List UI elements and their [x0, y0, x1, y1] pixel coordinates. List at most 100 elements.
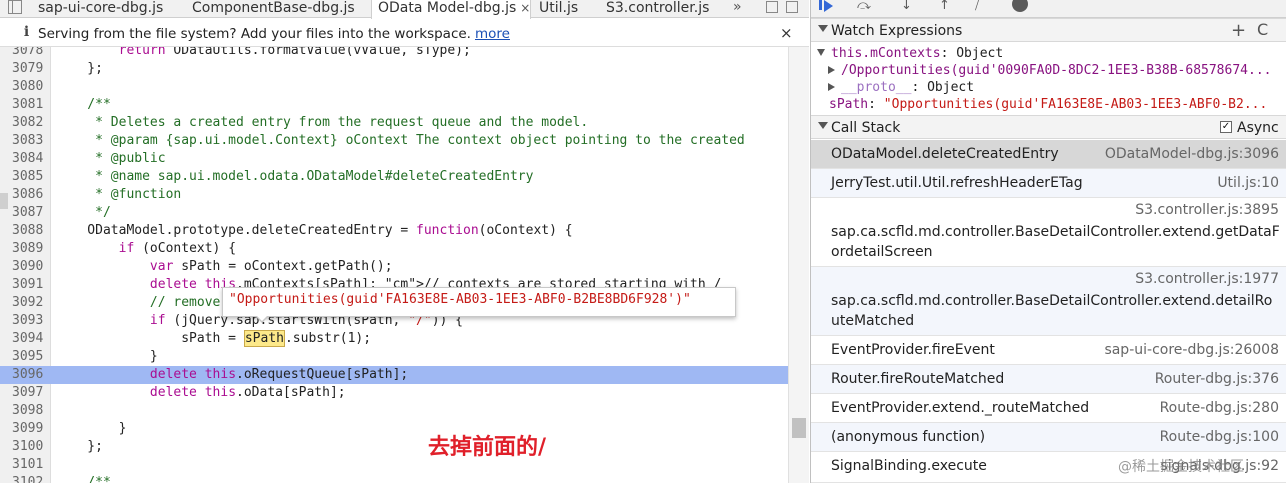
- watch-row[interactable]: /Opportunities(guid'0090FA0D-8DC2-1EE3-B…: [811, 62, 1286, 79]
- line-number[interactable]: 3102: [12, 474, 48, 483]
- line-number[interactable]: 3081: [12, 96, 48, 114]
- line-number[interactable]: 3097: [12, 384, 48, 402]
- annotation-text: 去掉前面的/: [428, 435, 547, 460]
- call-frame[interactable]: Router.fireRouteMatched Router-dbg.js:37…: [811, 365, 1286, 394]
- code-text: * @param {sap.ui.model.Context} oContext…: [56, 133, 745, 148]
- infobar-message: Serving from the file system? Add your f…: [38, 26, 471, 42]
- tab-util[interactable]: Util.js: [539, 0, 578, 18]
- call-frame[interactable]: S3.controller.js:3895 sap.ca.scfld.md.co…: [811, 198, 1286, 267]
- tab-odatamodel[interactable]: OData Model-dbg.js ×: [371, 0, 531, 19]
- expand-triangle-icon[interactable]: [828, 83, 835, 91]
- code-text: * @name sap.ui.model.odata.ODataModel#de…: [56, 169, 534, 184]
- infobar-close-icon[interactable]: ×: [780, 24, 793, 42]
- call-frame[interactable]: ODataModel.deleteCreatedEntry ODataModel…: [811, 140, 1286, 169]
- tab-s3-controller[interactable]: S3.controller.js: [606, 0, 709, 18]
- code-text: }: [56, 349, 158, 364]
- tab-componentbase[interactable]: ComponentBase-dbg.js: [192, 0, 355, 18]
- call-frame[interactable]: EventProvider.extend._routeMatched Route…: [811, 394, 1286, 423]
- line-number[interactable]: 3086: [12, 186, 48, 204]
- line-number[interactable]: 3088: [12, 222, 48, 240]
- watch-expressions-header[interactable]: Watch Expressions + C: [811, 18, 1286, 42]
- more-tabs-icon[interactable]: »: [733, 0, 742, 15]
- refresh-watch-icon[interactable]: C: [1257, 20, 1268, 39]
- line-number[interactable]: 3096: [12, 366, 48, 384]
- code-line: 3082 * Deletes a created entry from the …: [0, 114, 788, 132]
- hovered-variable[interactable]: sPath: [243, 330, 285, 347]
- line-number[interactable]: 3080: [12, 78, 48, 96]
- line-number[interactable]: 3089: [12, 240, 48, 258]
- scrollbar-thumb[interactable]: [792, 418, 806, 438]
- tab-close-icon[interactable]: ×: [520, 0, 530, 16]
- infobar-more-link[interactable]: more: [475, 26, 510, 42]
- code-text: };: [56, 439, 103, 454]
- line-number[interactable]: 3091: [12, 276, 48, 294]
- resume-icon[interactable]: [815, 0, 837, 16]
- call-frame[interactable]: (anonymous function) Route-dbg.js:100: [811, 423, 1286, 452]
- variable-value-popover: "Opportunities(guid'FA163E8E-AB03-1EE3-A…: [222, 287, 736, 317]
- call-frame[interactable]: EventProvider.fireEvent sap-ui-core-dbg.…: [811, 336, 1286, 365]
- code-line: 3087 */: [0, 204, 788, 222]
- code-text: var sPath = oContext.getPath();: [149, 259, 393, 274]
- line-number[interactable]: 3100: [12, 438, 48, 456]
- code-text: * Deletes a created entry from the reque…: [56, 115, 589, 130]
- step-into-icon[interactable]: ↓: [895, 0, 917, 16]
- code-line: 3098: [0, 402, 788, 420]
- async-label: Async: [1237, 120, 1279, 136]
- popover-arrow: [255, 315, 269, 323]
- toggle-debugger-icon[interactable]: [766, 1, 778, 13]
- line-number[interactable]: 3082: [12, 114, 48, 132]
- call-stack-header[interactable]: Call Stack ✓ Async: [811, 115, 1286, 139]
- code-line: 3100 };: [0, 438, 788, 456]
- line-number[interactable]: 3084: [12, 150, 48, 168]
- line-number[interactable]: 3098: [12, 402, 48, 420]
- step-out-icon[interactable]: ↑: [933, 0, 955, 16]
- add-watch-icon[interactable]: +: [1231, 20, 1246, 41]
- line-number[interactable]: 3101: [12, 456, 48, 474]
- editor-scrollbar[interactable]: [788, 47, 809, 483]
- code-text: delete this.oRequestQueue[sPath];: [149, 367, 409, 382]
- code-line: 3085 * @name sap.ui.model.odata.ODataMod…: [0, 168, 788, 186]
- code-editor[interactable]: 3078 return ODataUtils.formatValue(vValu…: [0, 47, 788, 483]
- line-number[interactable]: 3079: [12, 60, 48, 78]
- debugger-toolbar: ⤼ ↓ ↑ ⧸: [811, 0, 1286, 18]
- call-stack-list: ODataModel.deleteCreatedEntry ODataModel…: [811, 140, 1286, 483]
- dock-icon[interactable]: [786, 1, 798, 13]
- collapse-triangle-icon[interactable]: [818, 25, 828, 32]
- code-text: }: [56, 421, 127, 436]
- call-stack-title: Call Stack: [831, 120, 901, 136]
- expand-triangle-icon[interactable]: [817, 49, 825, 56]
- call-frame[interactable]: S3.controller.js:1977 sap.ca.scfld.md.co…: [811, 267, 1286, 336]
- code-text: /**: [56, 475, 111, 483]
- watermark: @稀土掘金技术社区: [1118, 459, 1244, 475]
- expand-triangle-icon[interactable]: [828, 66, 835, 74]
- sources-panel: sap-ui-core-dbg.js ComponentBase-dbg.js …: [0, 0, 809, 483]
- pause-on-exceptions-icon[interactable]: [1012, 0, 1028, 12]
- async-checkbox[interactable]: ✓: [1220, 121, 1232, 133]
- line-number[interactable]: 3083: [12, 132, 48, 150]
- panel-resize-handle[interactable]: [0, 193, 8, 209]
- call-frame[interactable]: JerryTest.util.Util.refreshHeaderETag Ut…: [811, 169, 1286, 198]
- watch-row[interactable]: __proto__: Object: [811, 79, 1286, 96]
- toggle-navigator-icon[interactable]: [8, 0, 22, 14]
- debugger-sidebar: ⤼ ↓ ↑ ⧸ Watch Expressions + C this.mCont…: [810, 0, 1286, 483]
- line-number[interactable]: 3092: [12, 294, 48, 312]
- watch-row[interactable]: this.mContexts: Object: [811, 45, 1286, 62]
- code-line: 3079 };: [0, 60, 788, 78]
- line-number[interactable]: 3090: [12, 258, 48, 276]
- deactivate-breakpoints-icon[interactable]: ⧸: [971, 0, 993, 16]
- code-line: 3089 if (oContext) {: [0, 240, 788, 258]
- line-number[interactable]: 3099: [12, 420, 48, 438]
- line-number[interactable]: 3093: [12, 312, 48, 330]
- editor-tab-bar: sap-ui-core-dbg.js ComponentBase-dbg.js …: [0, 0, 809, 19]
- line-number[interactable]: 3085: [12, 168, 48, 186]
- line-number[interactable]: 3094: [12, 330, 48, 348]
- step-over-icon[interactable]: ⤼: [855, 0, 877, 16]
- tab-sap-ui-core[interactable]: sap-ui-core-dbg.js: [38, 0, 163, 18]
- code-line: 3078 return ODataUtils.formatValue(vValu…: [0, 47, 788, 60]
- line-number[interactable]: 3087: [12, 204, 48, 222]
- collapse-triangle-icon[interactable]: [818, 122, 828, 129]
- watch-row[interactable]: sPath: "Opportunities(guid'FA163E8E-AB03…: [811, 96, 1286, 113]
- line-number[interactable]: 3078: [12, 47, 48, 60]
- code-line: 3095 }: [0, 348, 788, 366]
- line-number[interactable]: 3095: [12, 348, 48, 366]
